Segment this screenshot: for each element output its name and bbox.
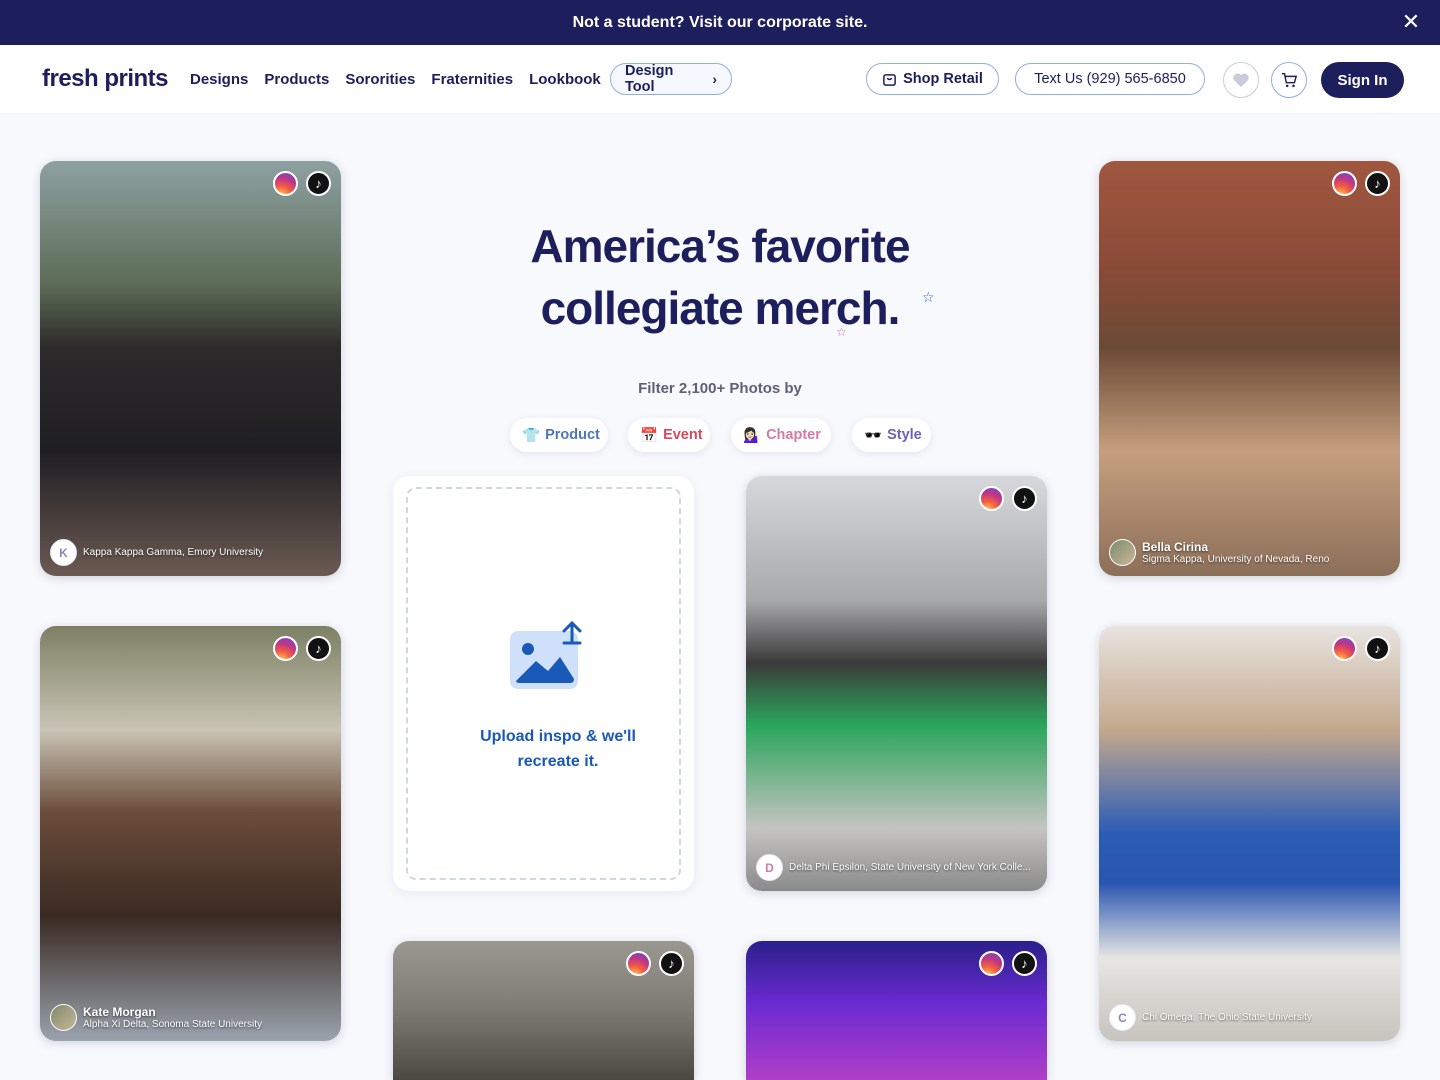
instagram-icon[interactable] [979, 486, 1004, 511]
favorites-button[interactable] [1223, 62, 1259, 98]
main-nav: Designs Products Sororities Fraternities… [190, 71, 601, 88]
star-icon: ☆ [836, 325, 847, 339]
shopping-bag-icon [883, 73, 896, 86]
close-icon[interactable]: ✕ [1400, 11, 1422, 33]
social-icons: ♪ [979, 951, 1037, 976]
caption-name: Bella Cirina [1142, 540, 1209, 554]
filter-label: Filter 2,100+ Photos by [638, 380, 802, 397]
nav-products[interactable]: Products [264, 71, 329, 88]
design-tool-button[interactable]: Design Tool › [610, 63, 732, 95]
filter-chip-label: Chapter [766, 427, 821, 443]
caption-org: Alpha Xi Delta, Sonoma State University [83, 1019, 262, 1030]
banner-text[interactable]: Not a student? Visit our corporate site. [573, 14, 868, 32]
sign-in-button[interactable]: Sign In [1321, 62, 1404, 98]
photo-caption: C Chi Omega, The Ohio State University [1109, 1004, 1390, 1031]
title-line-1: America’s favorite [530, 220, 910, 272]
page-title: America’s favorite collegiate merch. [430, 215, 1010, 339]
caption-org: Delta Phi Epsilon, State University of N… [789, 862, 1031, 873]
photo [40, 161, 341, 576]
nav-designs[interactable]: Designs [190, 71, 248, 88]
nav-sororities[interactable]: Sororities [345, 71, 415, 88]
filter-chip-label: Event [663, 427, 703, 443]
heart-icon [1233, 73, 1249, 88]
text-us-label: Text Us (929) 565-6850 [1034, 71, 1186, 87]
photo-card[interactable]: ♪ C Chi Omega, The Ohio State University [1099, 626, 1400, 1041]
photo-card[interactable]: ♪ D Delta Phi Epsilon, State University … [746, 476, 1047, 891]
cart-icon [1281, 72, 1298, 88]
photo [1099, 626, 1400, 1041]
social-icons: ♪ [979, 486, 1037, 511]
star-icon: ☆ [922, 289, 935, 305]
filter-chip-chapter[interactable]: 💁🏻‍♀️ Chapter [731, 418, 831, 452]
nav-fraternities[interactable]: Fraternities [431, 71, 513, 88]
social-icons: ♪ [273, 171, 331, 196]
caption-org: Chi Omega, The Ohio State University [1142, 1012, 1312, 1023]
upload-image-icon [510, 620, 582, 689]
text-us-button[interactable]: Text Us (929) 565-6850 [1015, 63, 1205, 95]
filter-chip-event[interactable]: 📅 Event [628, 418, 710, 452]
photo-card[interactable]: ♪ [393, 941, 694, 1080]
logo[interactable]: fresh prints [42, 65, 169, 93]
sunglasses-icon: 🕶️ [864, 427, 883, 444]
photo-caption: D Delta Phi Epsilon, State University of… [756, 854, 1037, 881]
tiktok-icon[interactable]: ♪ [659, 951, 684, 976]
shop-retail-label: Shop Retail [903, 71, 983, 87]
chevron-right-icon: › [712, 71, 717, 87]
avatar: C [1109, 1004, 1136, 1031]
upload-dropzone[interactable]: Upload inspo & we'll recreate it. [406, 487, 681, 880]
filter-chip-label: Style [887, 427, 922, 443]
photo-card[interactable]: ♪ K Kappa Kappa Gamma, Emory University [40, 161, 341, 576]
tshirt-icon: 👕 [522, 427, 541, 444]
instagram-icon[interactable] [1332, 171, 1357, 196]
top-banner[interactable]: Not a student? Visit our corporate site.… [0, 0, 1440, 45]
instagram-icon[interactable] [626, 951, 651, 976]
design-tool-label: Design Tool [625, 63, 674, 95]
social-icons: ♪ [273, 636, 331, 661]
upload-text: Upload inspo & we'll recreate it. [480, 728, 636, 770]
instagram-icon[interactable] [273, 636, 298, 661]
caption-name: Kate Morgan [83, 1005, 156, 1019]
caption-org: Sigma Kappa, University of Nevada, Reno [1142, 554, 1330, 565]
photo [1099, 161, 1400, 576]
caption-org: Kappa Kappa Gamma, Emory University [83, 547, 264, 558]
tiktok-icon[interactable]: ♪ [306, 171, 331, 196]
photo-caption: K Kappa Kappa Gamma, Emory University [50, 539, 331, 566]
nav-lookbook[interactable]: Lookbook [529, 71, 601, 88]
tiktok-icon[interactable]: ♪ [1365, 636, 1390, 661]
title-line-2: collegiate merch. [540, 282, 901, 334]
social-icons: ♪ [626, 951, 684, 976]
photo-card[interactable]: ♪ [746, 941, 1047, 1080]
person-icon: 💁🏻‍♀️ [743, 427, 762, 444]
tiktok-icon[interactable]: ♪ [1012, 951, 1037, 976]
avatar: K [50, 539, 77, 566]
instagram-icon[interactable] [273, 171, 298, 196]
upload-card[interactable]: Upload inspo & we'll recreate it. [393, 476, 694, 891]
instagram-icon[interactable] [1332, 636, 1357, 661]
shop-retail-button[interactable]: Shop Retail [866, 63, 999, 95]
photo-caption: Kate Morgan Alpha Xi Delta, Sonoma State… [50, 1004, 331, 1031]
site-header: fresh prints Designs Products Sororities… [0, 45, 1440, 114]
photo [40, 626, 341, 1041]
photo [746, 476, 1047, 891]
tiktok-icon[interactable]: ♪ [1365, 171, 1390, 196]
tiktok-icon[interactable]: ♪ [306, 636, 331, 661]
photo-caption: Bella Cirina Sigma Kappa, University of … [1109, 539, 1390, 566]
photo-card[interactable]: ♪ Bella Cirina Sigma Kappa, University o… [1099, 161, 1400, 576]
cart-button[interactable] [1271, 62, 1307, 98]
avatar [50, 1004, 77, 1031]
filter-chip-style[interactable]: 🕶️ Style [852, 418, 931, 452]
tiktok-icon[interactable]: ♪ [1012, 486, 1037, 511]
social-icons: ♪ [1332, 636, 1390, 661]
avatar [1109, 539, 1136, 566]
photo-card[interactable]: ♪ Kate Morgan Alpha Xi Delta, Sonoma Sta… [40, 626, 341, 1041]
social-icons: ♪ [1332, 171, 1390, 196]
filter-chip-label: Product [545, 427, 600, 443]
filter-chip-product[interactable]: 👕 Product [510, 418, 608, 452]
instagram-icon[interactable] [979, 951, 1004, 976]
avatar: D [756, 854, 783, 881]
calendar-icon: 📅 [640, 427, 659, 444]
